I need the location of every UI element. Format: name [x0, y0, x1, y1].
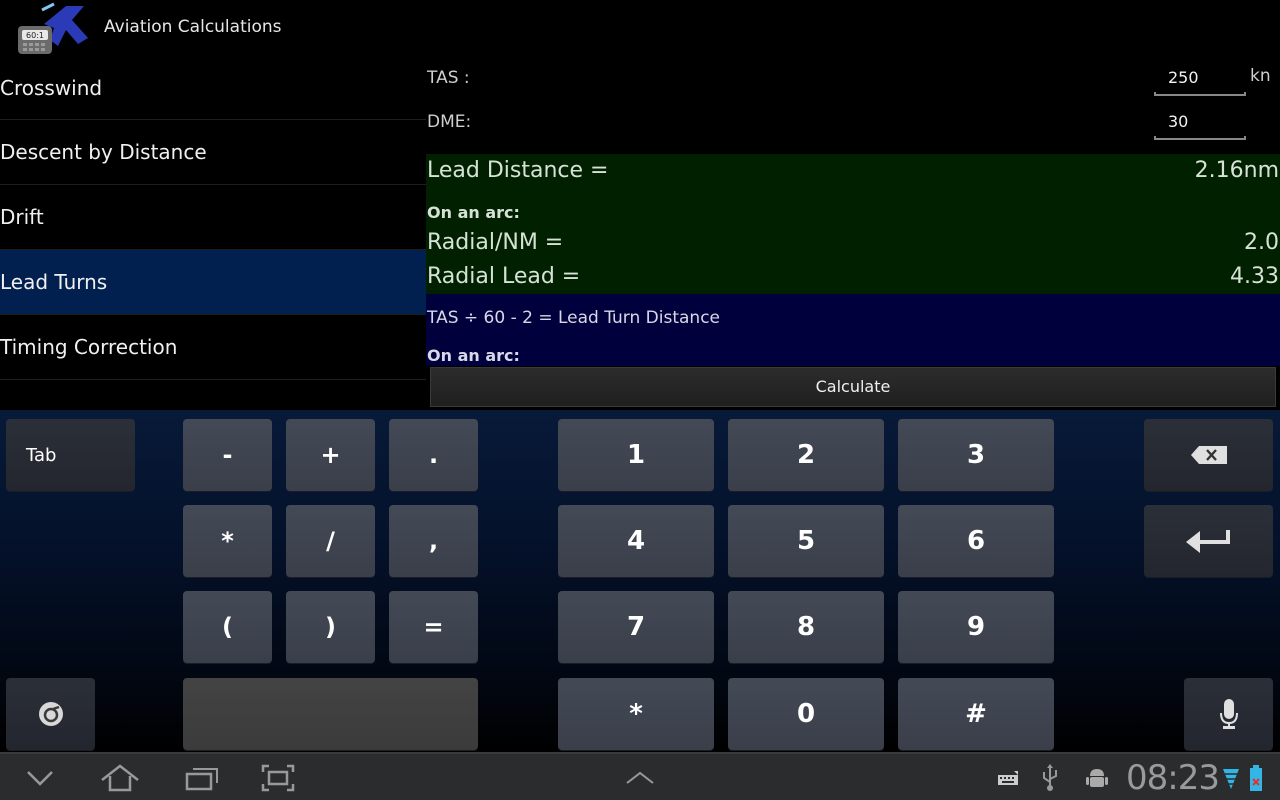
key-5[interactable]: 5	[728, 505, 884, 577]
sidebar-item-drift[interactable]: Drift	[0, 185, 426, 250]
key-8[interactable]: 8	[728, 591, 884, 663]
tas-input[interactable]	[1154, 60, 1246, 94]
tas-label: TAS :	[427, 68, 470, 88]
asterisk-key[interactable]: *	[183, 505, 272, 577]
screenshot-icon	[261, 764, 295, 792]
sidebar-item-label: Lead Turns	[0, 270, 108, 294]
title-bar: 60:1 Aviation Calculations	[0, 0, 1280, 56]
soft-keyboard: Tab - + . * / , ( ) = 1 2 3 4 5 6 7 8 9 …	[0, 410, 1280, 752]
sidebar-item-descent-by-distance[interactable]: Descent by Distance	[0, 120, 426, 185]
dme-input[interactable]	[1154, 104, 1246, 138]
key-7[interactable]: 7	[558, 591, 714, 663]
radial-per-nm-label: Radial/NM =	[427, 230, 564, 255]
svg-text:60:1: 60:1	[26, 31, 44, 40]
keyboard-settings-icon	[38, 702, 63, 726]
results-panel: Lead Distance = 2.16nm On an arc: Radial…	[426, 154, 1280, 294]
open-paren-key[interactable]: (	[183, 591, 272, 663]
sidebar-item-label: Descent by Distance	[0, 140, 207, 164]
menu-up-icon	[626, 771, 654, 784]
enter-key[interactable]	[1144, 505, 1273, 577]
sidebar-item-timing-correction[interactable]: Timing Correction	[0, 315, 426, 380]
lead-distance-value: 2.16nm	[1194, 158, 1279, 183]
on-arc-label: On an arc:	[427, 203, 520, 222]
dme-label: DME:	[427, 112, 472, 132]
clock: 08:23	[1126, 758, 1220, 798]
tas-unit: kn	[1250, 66, 1271, 86]
screenshot-button[interactable]	[258, 754, 298, 800]
app-title: Aviation Calculations	[104, 17, 282, 37]
slash-key[interactable]: /	[286, 505, 375, 577]
back-button[interactable]	[20, 754, 60, 800]
key-1[interactable]: 1	[558, 419, 714, 491]
sidebar-item-vdp[interactable]: VDP	[0, 380, 426, 410]
tab-key[interactable]: Tab	[6, 419, 135, 491]
dme-row: DME:	[426, 100, 1280, 144]
app-60-1-airplane-icon: 60:1	[18, 2, 88, 54]
key-3[interactable]: 3	[898, 419, 1054, 491]
system-navigation-bar: 08:23	[0, 752, 1280, 800]
tas-row: TAS : kn	[426, 56, 1280, 100]
recent-apps-button[interactable]	[182, 754, 222, 800]
microphone-icon	[1219, 699, 1238, 729]
keyboard-status-icon	[996, 754, 1022, 800]
key-0[interactable]: 0	[728, 678, 884, 750]
radial-lead-value: 4.33	[1230, 264, 1279, 289]
backspace-icon	[1190, 446, 1227, 464]
backspace-key[interactable]	[1144, 419, 1273, 491]
key-2[interactable]: 2	[728, 419, 884, 491]
battery-icon	[1248, 754, 1264, 800]
radial-lead-label: Radial Lead =	[427, 264, 581, 289]
sidebar-item-lead-turns[interactable]: Lead Turns	[0, 250, 426, 315]
home-button[interactable]	[98, 754, 142, 800]
keyboard-settings-key[interactable]	[6, 678, 95, 750]
android-debug-icon	[1084, 754, 1110, 800]
key-4[interactable]: 4	[558, 505, 714, 577]
formula-text: TAS ÷ 60 - 2 = Lead Turn Distance	[427, 308, 721, 328]
home-icon	[101, 764, 139, 792]
minus-key[interactable]: -	[183, 419, 272, 491]
menu-up-button[interactable]	[620, 754, 660, 800]
formula-on-arc: On an arc:	[427, 346, 520, 365]
comma-key[interactable]: ,	[389, 505, 478, 577]
calculate-button[interactable]: Calculate	[430, 367, 1276, 407]
plus-key[interactable]: +	[286, 419, 375, 491]
sidebar-item-label: Timing Correction	[0, 335, 178, 359]
equals-key[interactable]: =	[389, 591, 478, 663]
dme-input-underline	[1154, 136, 1246, 140]
calculation-list[interactable]: Crosswind Descent by Distance Drift Lead…	[0, 56, 426, 410]
key-hash[interactable]: #	[898, 678, 1054, 750]
close-paren-key[interactable]: )	[286, 591, 375, 663]
usb-icon	[1038, 754, 1062, 800]
recent-apps-icon	[185, 768, 218, 791]
space-key[interactable]	[183, 678, 478, 750]
sidebar-item-label: Crosswind	[0, 75, 103, 100]
lead-turns-form: TAS : kn DME: Lead Distance = 2.16nm On …	[426, 56, 1280, 410]
key-9[interactable]: 9	[898, 591, 1054, 663]
key-6[interactable]: 6	[898, 505, 1054, 577]
lead-distance-label: Lead Distance =	[427, 158, 609, 183]
formula-panel: TAS ÷ 60 - 2 = Lead Turn Distance On an …	[426, 294, 1280, 366]
enter-icon	[1185, 530, 1230, 553]
microphone-key[interactable]	[1184, 678, 1273, 750]
sidebar-item-label: Drift	[0, 205, 44, 229]
wifi-icon	[1222, 754, 1240, 800]
back-icon	[27, 771, 53, 786]
period-key[interactable]: .	[389, 419, 478, 491]
sidebar-item-crosswind[interactable]: Crosswind	[0, 56, 426, 120]
radial-per-nm-value: 2.0	[1244, 230, 1279, 255]
tas-input-underline	[1154, 92, 1246, 96]
key-star[interactable]: *	[558, 678, 714, 750]
